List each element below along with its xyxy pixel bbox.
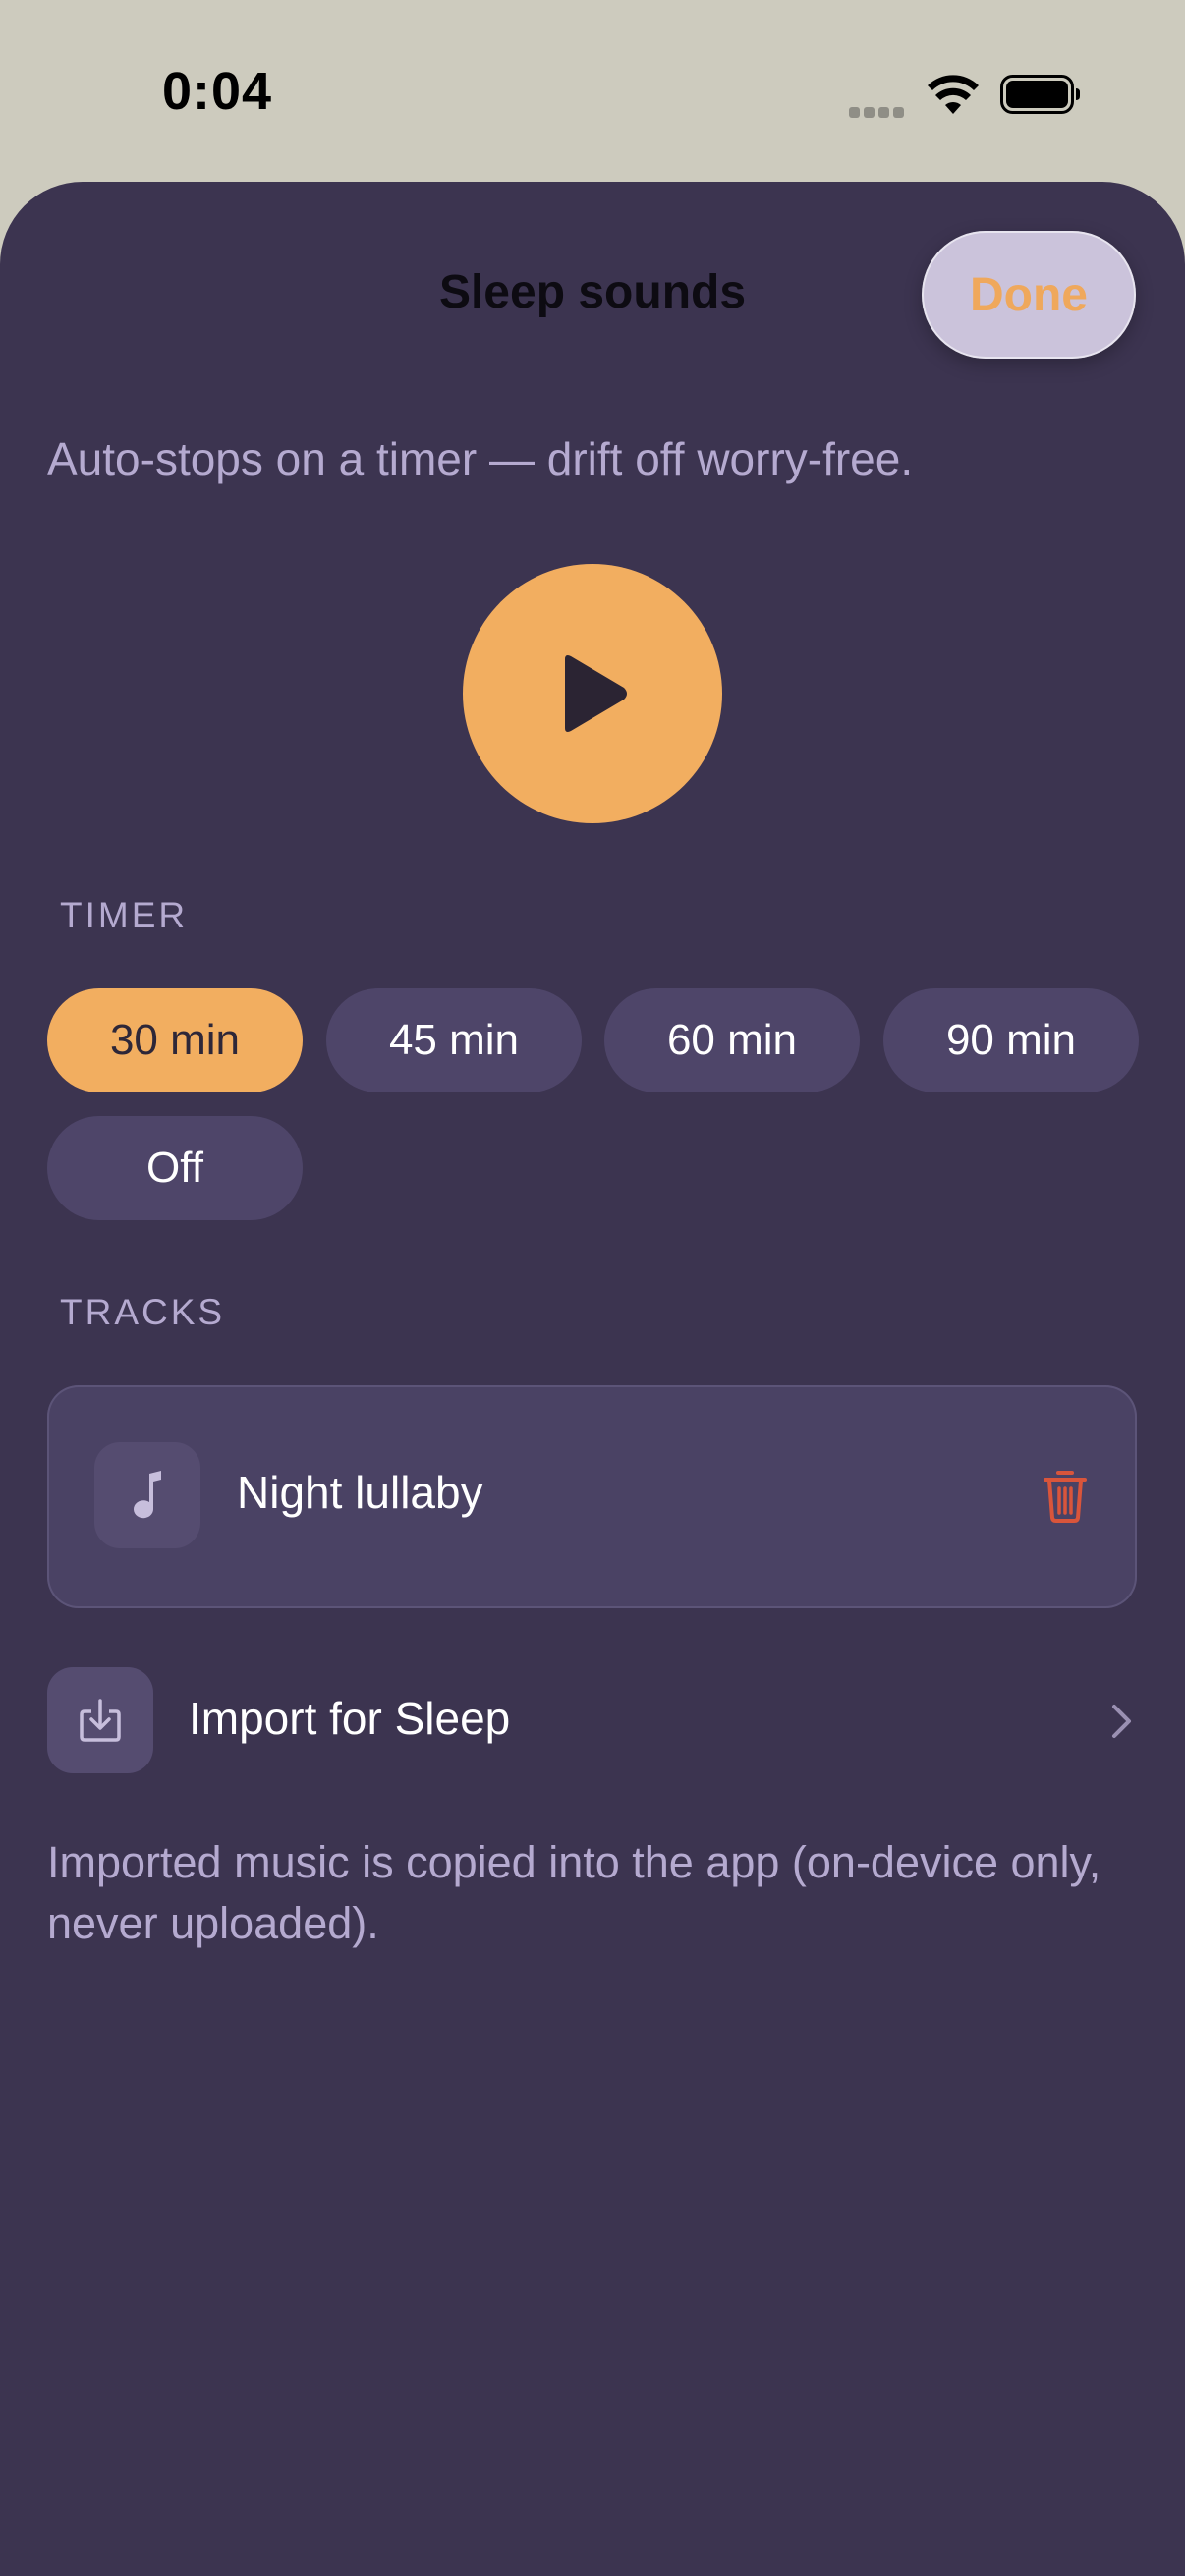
timer-option-off[interactable]: Off xyxy=(47,1116,303,1220)
chevron-right-icon xyxy=(1112,1705,1131,1738)
track-name: Night lullaby xyxy=(237,1467,483,1518)
status-time: 0:04 xyxy=(162,62,273,121)
music-note-icon xyxy=(134,1471,161,1519)
track-icon-box xyxy=(94,1442,200,1548)
done-button[interactable]: Done xyxy=(922,231,1136,359)
timer-option-60[interactable]: 60 min xyxy=(604,988,860,1092)
play-button[interactable] xyxy=(463,564,722,823)
track-row[interactable]: Night lullaby xyxy=(47,1385,1137,1608)
wifi-icon xyxy=(928,75,979,114)
timer-section-label: TIMER xyxy=(60,895,189,935)
timer-option-30[interactable]: 30 min xyxy=(47,988,303,1092)
battery-icon xyxy=(1000,75,1080,114)
timer-option-45[interactable]: 45 min xyxy=(326,988,582,1092)
import-icon-box xyxy=(47,1667,153,1773)
import-icon xyxy=(80,1699,121,1742)
tracks-section-label: TRACKS xyxy=(60,1292,226,1332)
play-icon xyxy=(565,655,627,732)
trash-icon[interactable] xyxy=(1042,1469,1089,1524)
subtitle: Auto-stops on a timer — drift off worry-… xyxy=(47,433,914,484)
sleep-sounds-sheet: Sleep sounds Done Auto-stops on a timer … xyxy=(0,182,1185,2576)
import-footnote: Imported music is copied into the app (o… xyxy=(47,1837,1101,1948)
cellular-signal-icon xyxy=(849,103,908,118)
import-for-sleep-row[interactable]: Import for Sleep xyxy=(47,1667,1137,1773)
timer-option-90[interactable]: 90 min xyxy=(883,988,1139,1092)
screen: 0:04 Sleep sounds Done Auto-stops on a t… xyxy=(0,0,1185,2576)
import-label: Import for Sleep xyxy=(189,1693,511,1744)
